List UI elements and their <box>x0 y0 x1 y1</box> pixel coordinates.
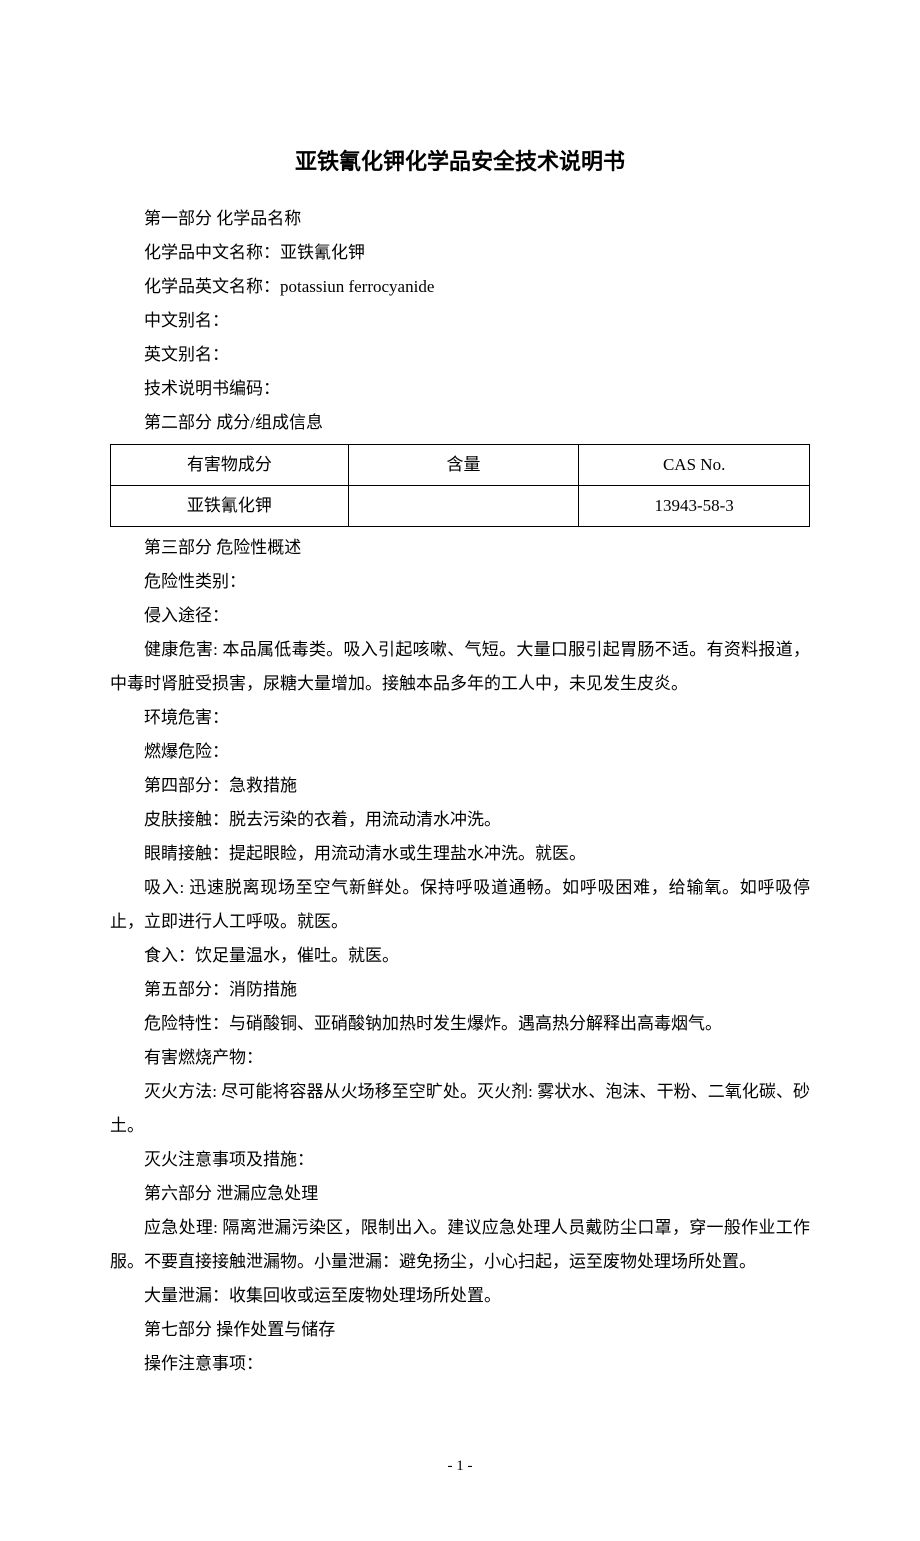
section2-heading: 第二部分 成分/组成信息 <box>110 406 810 440</box>
table-cell-cas: 13943-58-3 <box>579 486 810 527</box>
english-name-line: 化学品英文名称：potassiun ferrocyanide <box>110 270 810 304</box>
chinese-name: 化学品中文名称：亚铁氰化钾 <box>110 236 810 270</box>
hazard-characteristics: 危险特性：与硝酸铜、亚硝酸钠加热时发生爆炸。遇高热分解释出高毒烟气。 <box>110 1007 810 1041</box>
skin-contact: 皮肤接触：脱去污染的衣着，用流动清水冲洗。 <box>110 803 810 837</box>
operation-note: 操作注意事项： <box>110 1347 810 1381</box>
table-header-cas: CAS No. <box>579 445 810 486</box>
document-title: 亚铁氰化钾化学品安全技术说明书 <box>110 140 810 184</box>
eye-contact: 眼睛接触：提起眼睑，用流动清水或生理盐水冲洗。就医。 <box>110 837 810 871</box>
section4-heading: 第四部分：急救措施 <box>110 769 810 803</box>
table-cell-content <box>348 486 579 527</box>
emergency-handling: 应急处理: 隔离泄漏污染区，限制出入。建议应急处理人员戴防尘口罩，穿一般作业工作… <box>110 1211 810 1279</box>
table-row: 亚铁氰化钾 13943-58-3 <box>111 486 810 527</box>
page-number: - 1 - <box>110 1451 810 1481</box>
section6-heading: 第六部分 泄漏应急处理 <box>110 1177 810 1211</box>
english-name-label: 化学品英文名称： <box>144 277 280 296</box>
extinguish-method: 灭火方法: 尽可能将容器从火场移至空旷处。灭火剂: 雾状水、泡沫、干粉、二氧化碳… <box>110 1075 810 1143</box>
entry-route: 侵入途径： <box>110 599 810 633</box>
inhalation: 吸入: 迅速脱离现场至空气新鲜处。保持呼吸道通畅。如呼吸困难，给输氧。如呼吸停止… <box>110 871 810 939</box>
env-hazard: 环境危害： <box>110 701 810 735</box>
table-header-row: 有害物成分 含量 CAS No. <box>111 445 810 486</box>
composition-table: 有害物成分 含量 CAS No. 亚铁氰化钾 13943-58-3 <box>110 444 810 527</box>
section5-heading: 第五部分：消防措施 <box>110 973 810 1007</box>
extinguish-note: 灭火注意事项及措施： <box>110 1143 810 1177</box>
large-leak: 大量泄漏：收集回收或运至废物处理场所处置。 <box>110 1279 810 1313</box>
table-header-component: 有害物成分 <box>111 445 349 486</box>
ingestion: 食入：饮足量温水，催吐。就医。 <box>110 939 810 973</box>
english-alias: 英文别名： <box>110 338 810 372</box>
explosion-hazard: 燃爆危险： <box>110 735 810 769</box>
chinese-alias: 中文别名： <box>110 304 810 338</box>
manual-number: 技术说明书编码： <box>110 372 810 406</box>
document-page: 亚铁氰化钾化学品安全技术说明书 第一部分 化学品名称 化学品中文名称：亚铁氰化钾… <box>0 0 920 1541</box>
hazard-class: 危险性类别： <box>110 565 810 599</box>
health-hazard: 健康危害: 本品属低毒类。吸入引起咳嗽、气短。大量口服引起胃肠不适。有资料报道，… <box>110 633 810 701</box>
table-cell-component: 亚铁氰化钾 <box>111 486 349 527</box>
combustion-products: 有害燃烧产物： <box>110 1041 810 1075</box>
section7-heading: 第七部分 操作处置与储存 <box>110 1313 810 1347</box>
section3-heading: 第三部分 危险性概述 <box>110 531 810 565</box>
english-name-value: potassiun ferrocyanide <box>280 277 434 296</box>
section1-heading: 第一部分 化学品名称 <box>110 202 810 236</box>
table-header-content: 含量 <box>348 445 579 486</box>
